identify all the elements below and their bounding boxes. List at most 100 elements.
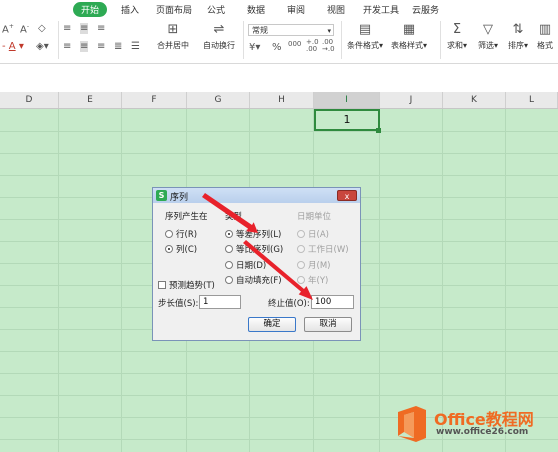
tab-developer[interactable]: 开发工具 xyxy=(363,3,399,16)
tab-home[interactable]: 开始 xyxy=(73,2,108,17)
align-center-icon[interactable]: ≡ xyxy=(80,41,89,52)
radio-weekday: 工作日(W) xyxy=(297,243,349,255)
ok-button[interactable]: 确定 xyxy=(248,317,296,332)
tab-insert[interactable]: 插入 xyxy=(121,3,139,16)
gridline xyxy=(379,109,380,452)
stop-value-label: 终止值(O): xyxy=(268,299,310,309)
percent-button[interactable]: % xyxy=(272,42,282,53)
increase-decimal-button[interactable]: +.0 .00 xyxy=(306,39,319,53)
formula-bar-area xyxy=(0,64,558,92)
date-unit-group-label: 日期单位 xyxy=(297,212,332,222)
table-style-button[interactable]: ▦ 表格样式▾ xyxy=(391,22,427,51)
wrap-text-icon: ⇌ xyxy=(213,22,225,37)
series-dialog: S 序列 x 序列产生在 行(R) 列(C) 类型 等差序列(L) 等比序列(G… xyxy=(152,187,361,341)
align-top-icon[interactable]: ≡ xyxy=(63,23,71,34)
column-header-g[interactable]: G xyxy=(187,92,250,108)
sort-button[interactable]: ⇅ 排序▾ xyxy=(508,22,528,51)
tab-data[interactable]: 数据 xyxy=(247,3,265,16)
gridline xyxy=(0,395,558,396)
column-header-j[interactable]: J xyxy=(380,92,443,108)
column-header-l[interactable]: L xyxy=(506,92,558,108)
gridline xyxy=(0,373,558,374)
gridline xyxy=(121,109,122,452)
fill-color-icon[interactable]: ◈▾ xyxy=(36,41,49,52)
gridline xyxy=(0,131,558,132)
conditional-format-button[interactable]: ▤ 条件格式▾ xyxy=(347,22,383,51)
radio-day: 日(A) xyxy=(297,228,329,240)
align-left-icon[interactable]: ≡ xyxy=(63,41,71,52)
format-button[interactable]: ▥ 格式 xyxy=(536,22,554,51)
radio-year: 年(Y) xyxy=(297,274,328,286)
stop-value-input[interactable]: 100 xyxy=(311,295,354,309)
separator xyxy=(243,21,244,59)
series-in-group-label: 序列产生在 xyxy=(165,212,208,222)
tab-page-layout[interactable]: 页面布局 xyxy=(156,3,192,16)
tab-cloud[interactable]: 云服务 xyxy=(412,3,439,16)
decrease-decimal-button[interactable]: .00 →.0 xyxy=(322,39,335,53)
number-format-select[interactable]: 常规 ▾ xyxy=(248,24,334,36)
font-size-decrease-icon[interactable]: A- xyxy=(20,23,29,35)
align-right-icon[interactable]: ≡ xyxy=(97,41,105,52)
watermark-url: www.office26.com xyxy=(436,427,529,437)
distributed-icon[interactable]: ☰ xyxy=(131,41,140,52)
tab-formulas[interactable]: 公式 xyxy=(207,3,225,16)
clear-format-icon[interactable]: ◇ xyxy=(38,23,46,34)
conditional-format-icon: ▤ xyxy=(358,22,372,37)
gridline xyxy=(58,109,59,452)
separator xyxy=(58,21,59,59)
cancel-button[interactable]: 取消 xyxy=(304,317,352,332)
radio-autofill[interactable]: 自动填充(F) xyxy=(225,274,282,286)
tab-review[interactable]: 审阅 xyxy=(287,3,305,16)
active-cell[interactable]: 1 xyxy=(314,109,380,131)
wps-app-icon: S xyxy=(156,190,167,201)
align-middle-icon[interactable]: ≡ xyxy=(80,23,89,34)
justify-icon[interactable]: ≣ xyxy=(114,41,122,52)
radio-arithmetic[interactable]: 等差序列(L) xyxy=(225,228,281,240)
dialog-title-bar[interactable]: S 序列 x xyxy=(153,188,360,203)
separator xyxy=(440,21,441,59)
chevron-down-icon: ▾ xyxy=(327,27,331,35)
ribbon-toolbar: A+ A- ◇ - A ▾ ◈▾ ≡ ≡ ≡ ≡ ≡ ≡ ≣ ☰ ⊞ 合并居中 … xyxy=(0,17,558,64)
dialog-title: 序列 xyxy=(170,193,189,203)
radio-geometric[interactable]: 等比序列(G) xyxy=(225,243,283,255)
sigma-icon: Σ xyxy=(452,22,462,37)
type-group-label: 类型 xyxy=(225,212,243,222)
column-header-d[interactable]: D xyxy=(0,92,59,108)
thousands-separator-button[interactable]: 000 xyxy=(288,40,301,48)
step-value-label: 步长值(S): xyxy=(158,299,199,309)
auto-wrap-button[interactable]: ⇌ 自动换行 xyxy=(203,22,235,51)
column-header-row: D E F G H I J K L xyxy=(0,92,558,109)
watermark: Office教程网 www.office26.com xyxy=(392,400,558,450)
table-style-icon: ▦ xyxy=(402,22,416,37)
merge-center-button[interactable]: ⊞ 合并居中 xyxy=(157,22,189,51)
font-color-icon[interactable]: - A ▾ xyxy=(2,41,24,52)
radio-date[interactable]: 日期(D) xyxy=(225,259,266,271)
radio-columns[interactable]: 列(C) xyxy=(165,243,197,255)
filter-button[interactable]: ▽ 筛选▾ xyxy=(478,22,498,51)
currency-icon[interactable]: ¥▾ xyxy=(249,42,260,53)
separator xyxy=(341,21,342,59)
close-button[interactable]: x xyxy=(337,190,357,201)
radio-rows[interactable]: 行(R) xyxy=(165,228,197,240)
fill-handle[interactable] xyxy=(376,128,381,133)
column-header-i[interactable]: I xyxy=(314,92,380,108)
gridline xyxy=(0,153,558,154)
format-icon: ▥ xyxy=(538,22,552,37)
gridline xyxy=(0,351,558,352)
trend-checkbox[interactable]: 预测趋势(T) xyxy=(158,279,215,291)
align-bottom-icon[interactable]: ≡ xyxy=(97,23,105,34)
radio-month: 月(M) xyxy=(297,259,330,271)
sum-button[interactable]: Σ 求和▾ xyxy=(447,22,467,51)
filter-icon: ▽ xyxy=(483,22,493,37)
gridline xyxy=(0,175,558,176)
column-header-f[interactable]: F xyxy=(122,92,187,108)
sort-icon: ⇅ xyxy=(512,22,524,37)
tab-view[interactable]: 视图 xyxy=(327,3,345,16)
column-header-k[interactable]: K xyxy=(443,92,506,108)
ribbon-tab-bar: 开始 插入 页面布局 公式 数据 审阅 视图 开发工具 云服务 xyxy=(0,0,558,17)
column-header-e[interactable]: E xyxy=(59,92,122,108)
font-size-increase-icon[interactable]: A+ xyxy=(2,23,14,35)
column-header-h[interactable]: H xyxy=(250,92,314,108)
merge-cells-icon: ⊞ xyxy=(167,22,179,37)
step-value-input[interactable]: 1 xyxy=(199,295,241,309)
